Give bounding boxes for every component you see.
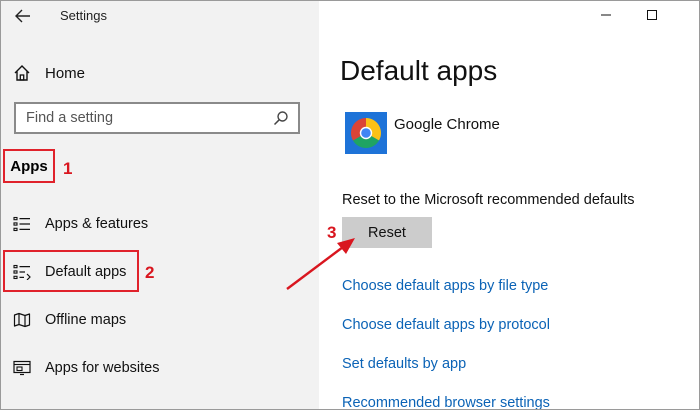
main-panel: Default apps Google Chrome Reset to the … [319,1,699,409]
search-input[interactable] [16,105,270,131]
minimize-icon [601,14,611,16]
maximize-button[interactable] [632,4,672,26]
home-label: Home [45,64,86,82]
sidebar-item-label: Offline maps [45,312,127,328]
sidebar-item-default-apps[interactable]: Default apps [13,260,126,284]
maximize-icon [647,10,657,20]
minimize-button[interactable] [586,4,626,26]
default-browser-app-button[interactable] [345,112,387,154]
back-arrow-icon [15,9,30,23]
sidebar-item-label: Default apps [45,264,127,280]
sidebar-item-offline-maps[interactable]: Offline maps [13,308,126,332]
back-button[interactable] [9,5,37,27]
link-set-defaults-by-app[interactable]: Set defaults by app [342,356,466,372]
link-default-apps-by-protocol[interactable]: Choose default apps by protocol [342,317,550,333]
search-box[interactable] [14,102,300,134]
settings-window: Settings Home Apps 1 [0,0,700,410]
chrome-icon [345,112,387,154]
sidebar-item-apps-for-websites[interactable]: Apps for websites [13,356,159,380]
sidebar-item-apps-features[interactable]: Apps & features [13,212,148,236]
sidebar-item-home[interactable]: Home [13,61,85,85]
annotation-step-2: 2 [145,263,155,282]
reset-caption: Reset to the Microsoft recommended defau… [342,192,635,208]
annotation-arrow [286,238,355,290]
apps-for-websites-icon [13,360,31,376]
apps-features-icon [13,216,30,232]
default-apps-icon [13,264,31,280]
page-title: Default apps [340,55,498,86]
sidebar: Settings Home Apps 1 [1,1,319,409]
home-icon [14,65,30,81]
default-browser-name: Google Chrome [394,116,500,133]
sidebar-item-label: Apps for websites [45,360,160,376]
link-recommended-browser-settings[interactable]: Recommended browser settings [342,395,550,409]
apps-section-heading: Apps [3,149,55,183]
offline-maps-icon [13,312,31,328]
annotation-step-1: 1 [63,159,73,178]
sidebar-item-label: Apps & features [45,216,149,232]
window-title: Settings [60,8,107,23]
search-icon[interactable] [270,107,292,129]
link-default-apps-by-file-type[interactable]: Choose default apps by file type [342,278,548,294]
